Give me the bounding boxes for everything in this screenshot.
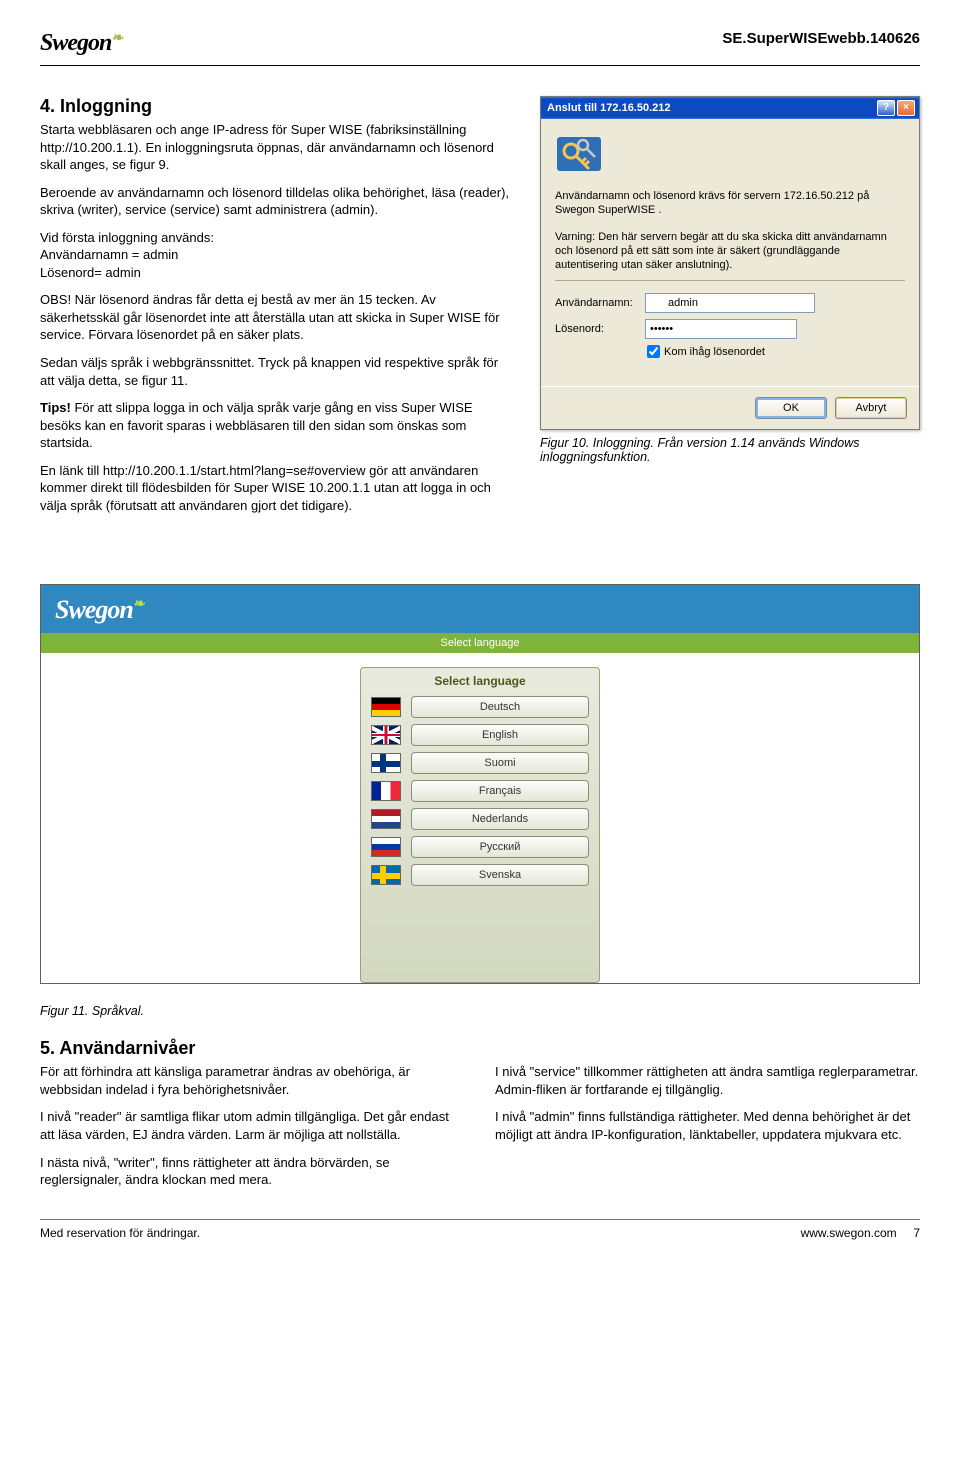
leaf-icon: ❧ — [133, 597, 144, 612]
flag-fr-icon — [371, 781, 401, 801]
login-dialog: Anslut till 172.16.50.212 ? × — [540, 96, 920, 430]
dialog-warning: Varning: Den här servern begär att du sk… — [555, 230, 905, 273]
language-panel: Select language Deutsch English Suomi Fr… — [360, 667, 600, 983]
page-header: Swegon❧ SE.SuperWISEwebb.140626 — [40, 30, 920, 66]
document-id: SE.SuperWISEwebb.140626 — [722, 30, 920, 47]
body-text: Tips! Tips! För att slippa logga in och … — [40, 399, 510, 452]
close-icon[interactable]: × — [897, 100, 915, 116]
body-text: Vid första inloggning används: Användarn… — [40, 229, 510, 282]
lang-deutsch-button[interactable]: Deutsch — [411, 696, 589, 718]
footer-disclaimer: Med reservation för ändringar. — [40, 1226, 200, 1240]
page-number: 7 — [913, 1226, 920, 1240]
lang-suomi-button[interactable]: Suomi — [411, 752, 589, 774]
body-text: En länk till http://10.200.1.1/start.htm… — [40, 462, 510, 515]
select-language-bar: Select language — [41, 633, 919, 653]
body-text: Sedan väljs språk i webbgränssnittet. Tr… — [40, 354, 510, 389]
body-text: I nivå "reader" är samtliga flikar utom … — [40, 1108, 465, 1143]
figure-11-caption: Figur 11. Språkval. — [40, 1004, 920, 1018]
password-label: Lösenord: — [555, 323, 645, 335]
panel-title: Select language — [371, 674, 589, 688]
leaf-icon: ❧ — [111, 31, 122, 46]
ok-button[interactable]: OK — [755, 397, 827, 419]
body-text: I nivå "admin" finns fullständiga rättig… — [495, 1108, 920, 1143]
flag-fi-icon — [371, 753, 401, 773]
flag-ru-icon — [371, 837, 401, 857]
flag-uk-icon — [371, 725, 401, 745]
body-text: OBS! När lösenord ändras får detta ej be… — [40, 291, 510, 344]
lang-russkij-button[interactable]: Русский — [411, 836, 589, 858]
remember-checkbox[interactable] — [647, 345, 660, 358]
username-input[interactable] — [645, 293, 815, 313]
swegon-logo: Swegon❧ — [55, 595, 144, 633]
lang-english-button[interactable]: English — [411, 724, 589, 746]
language-select-screenshot: Swegon❧ Select language Select language … — [40, 584, 920, 984]
section-5-heading: 5. Användarnivåer — [40, 1038, 920, 1059]
lang-svenska-button[interactable]: Svenska — [411, 864, 589, 886]
body-text: Beroende av användarnamn och lösenord ti… — [40, 184, 510, 219]
flag-nl-icon — [371, 809, 401, 829]
flag-se-icon — [371, 865, 401, 885]
dialog-titlebar: Anslut till 172.16.50.212 ? × — [541, 97, 919, 119]
body-text: Starta webbläsaren och ange IP-adress fö… — [40, 121, 510, 174]
lang-francais-button[interactable]: Français — [411, 780, 589, 802]
cancel-button[interactable]: Avbryt — [835, 397, 907, 419]
figure-10-caption: Figur 10. Inloggning. Från version 1.14 … — [540, 436, 920, 464]
section-4-heading: 4. Inloggning — [40, 96, 510, 117]
footer-url: www.swegon.com — [801, 1226, 897, 1240]
dialog-message: Användarnamn och lösenord krävs för serv… — [555, 189, 905, 218]
dialog-title: Anslut till 172.16.50.212 — [545, 102, 671, 114]
lang-nederlands-button[interactable]: Nederlands — [411, 808, 589, 830]
body-text: I nästa nivå, "writer", finns rättighete… — [40, 1154, 465, 1189]
remember-label: Kom ihåg lösenordet — [664, 346, 765, 358]
password-input[interactable] — [645, 319, 797, 339]
username-label: Användarnamn: — [555, 297, 645, 309]
page-footer: Med reservation för ändringar. www.swego… — [40, 1219, 920, 1240]
body-text: För att förhindra att känsliga parametra… — [40, 1063, 465, 1098]
help-icon[interactable]: ? — [877, 100, 895, 116]
swegon-logo: Swegon❧ — [40, 30, 122, 57]
flag-de-icon — [371, 697, 401, 717]
keys-icon — [555, 131, 603, 179]
body-text: I nivå "service" tillkommer rättigheten … — [495, 1063, 920, 1098]
